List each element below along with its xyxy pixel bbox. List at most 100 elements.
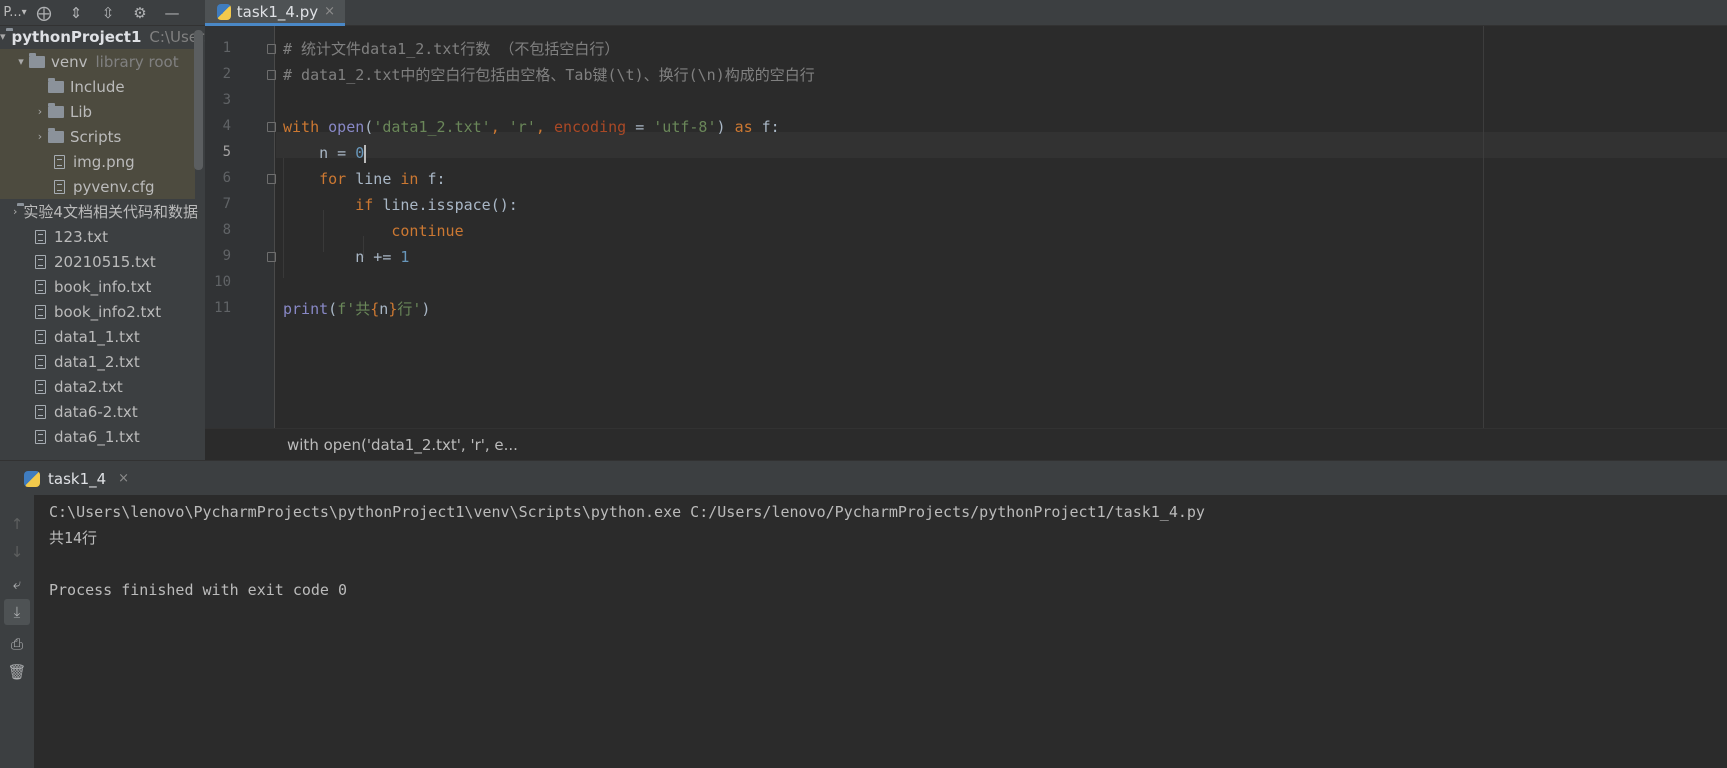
- tree-item[interactable]: book_info2.txt: [0, 299, 195, 324]
- collapse-all-icon[interactable]: ⇳: [92, 0, 124, 26]
- console-line: C:\Users\lenovo\PycharmProjects\pythonPr…: [49, 503, 1205, 521]
- tree-item[interactable]: › 实验4文档相关代码和数据: [0, 199, 198, 224]
- tree-item[interactable]: data1_1.txt: [0, 324, 195, 349]
- editor-tab-bar: task1_4.py ×: [205, 0, 1727, 26]
- code-text: {: [370, 300, 380, 318]
- run-tab-label: task1_4: [48, 469, 107, 488]
- fold-marker-icon[interactable]: [267, 122, 276, 132]
- file-icon: [35, 354, 46, 369]
- line-number: 6: [222, 170, 231, 186]
- line-number: 7: [222, 196, 231, 212]
- breadcrumb-label: with open('data1_2.txt', 'r', e...: [287, 435, 518, 454]
- tree-item-label: data6_1.txt: [54, 427, 140, 446]
- code-line-11: print(f'共{n}行'): [283, 296, 430, 322]
- tree-item[interactable]: data1_2.txt: [0, 349, 195, 374]
- code-text: ,: [535, 118, 554, 136]
- line-number: 11: [214, 300, 231, 316]
- fold-marker-icon[interactable]: [267, 44, 276, 54]
- keyword: with: [283, 118, 320, 136]
- code-editor[interactable]: # 统计文件data1_2.txt行数 （不包括空白行） # data1_2.t…: [276, 26, 1727, 428]
- tree-item[interactable]: pyvenv.cfg: [0, 174, 195, 199]
- arrow-down-icon[interactable]: ↓: [4, 539, 30, 565]
- keyword: for: [319, 170, 347, 188]
- line-number: 1: [222, 40, 231, 56]
- fold-marker-icon[interactable]: [267, 252, 276, 262]
- number-literal: 0: [355, 144, 365, 162]
- chevron-right-icon[interactable]: ›: [13, 205, 17, 218]
- project-view-dropdown[interactable]: P... ▾: [0, 0, 28, 26]
- tree-item[interactable]: book_info.txt: [0, 274, 195, 299]
- line-number: 3: [222, 92, 231, 108]
- trash-icon[interactable]: 🗑: [4, 659, 30, 685]
- tree-item[interactable]: data6_1.txt: [0, 424, 195, 449]
- code-text: (: [328, 300, 338, 318]
- file-icon: [35, 379, 46, 394]
- tree-item[interactable]: data2.txt: [0, 374, 195, 399]
- file-icon: [35, 254, 46, 269]
- folder-icon: [48, 127, 64, 143]
- tree-item[interactable]: Include: [0, 74, 195, 99]
- code-line-5: n = 0: [283, 140, 366, 166]
- tree-scrollbar[interactable]: [194, 30, 203, 170]
- run-console[interactable]: C:\Users\lenovo\PycharmProjects\pythonPr…: [34, 495, 1727, 768]
- tree-item[interactable]: 20210515.txt: [0, 249, 195, 274]
- tree-item-label: book_info2.txt: [54, 302, 162, 321]
- code-text: ): [716, 118, 735, 136]
- fold-marker-icon[interactable]: [267, 70, 276, 80]
- console-line: 共14行: [49, 529, 98, 547]
- chevron-right-icon[interactable]: ›: [32, 130, 48, 143]
- file-icon: [35, 229, 46, 244]
- file-icon: [35, 329, 46, 344]
- tree-item-label: Scripts: [70, 127, 122, 146]
- close-run-tab-icon[interactable]: ×: [118, 471, 129, 486]
- code-text: line: [346, 170, 401, 188]
- arrow-up-icon[interactable]: ↑: [4, 511, 30, 537]
- dropdown-icon: ▾: [21, 7, 27, 18]
- chevron-down-icon[interactable]: ▾: [13, 55, 29, 68]
- editor-tab-task1-4[interactable]: task1_4.py ×: [205, 0, 345, 26]
- run-tab-task1-4[interactable]: task1_4 ×: [24, 461, 137, 496]
- tree-item[interactable]: › Scripts: [0, 124, 195, 149]
- chevron-right-icon[interactable]: ›: [32, 105, 48, 118]
- string-literal: 行': [397, 300, 422, 318]
- tab-label: task1_4.py: [236, 2, 319, 21]
- tree-item-label: Lib: [70, 102, 93, 121]
- expand-all-icon[interactable]: ⇕: [60, 0, 92, 26]
- run-panel-header: task1_4 ×: [0, 460, 1727, 495]
- code-line-7: if line.isspace():: [283, 192, 518, 218]
- code-text: f:: [418, 170, 446, 188]
- console-line: Process finished with exit code 0: [49, 581, 348, 599]
- tree-item[interactable]: ▾pythonProject1C:\Users\: [0, 26, 205, 49]
- tree-item[interactable]: › Lib: [0, 99, 195, 124]
- close-tab-icon[interactable]: ×: [324, 4, 335, 19]
- chevron-down-icon[interactable]: ▾: [0, 30, 6, 43]
- parameter-name: encoding: [553, 118, 627, 136]
- locate-icon[interactable]: ⨁: [28, 0, 60, 26]
- editor-gutter: 1 2 3 4 5 6 7 8 9 10 11: [205, 26, 276, 428]
- code-line-1: # 统计文件data1_2.txt行数 （不包括空白行）: [283, 36, 619, 62]
- builtin-function: open: [328, 118, 365, 136]
- keyword: in: [400, 170, 419, 188]
- breadcrumb[interactable]: with open('data1_2.txt', 'r', e...: [205, 428, 1727, 460]
- tree-item[interactable]: ▾ venv library root: [0, 49, 195, 74]
- tree-item-hint: library root: [95, 52, 179, 71]
- print-icon[interactable]: ⎙: [4, 631, 30, 657]
- code-text: ): [421, 300, 431, 318]
- tree-item[interactable]: data6-2.txt: [0, 399, 195, 424]
- tree-item[interactable]: img.png: [0, 149, 195, 174]
- soft-wrap-icon[interactable]: ⤶: [4, 571, 30, 597]
- gear-icon[interactable]: ⚙: [124, 0, 156, 26]
- scroll-to-end-icon[interactable]: ⤓: [4, 599, 30, 625]
- minimize-icon[interactable]: —: [156, 0, 188, 26]
- tree-item-label: data2.txt: [54, 377, 123, 396]
- project-tree[interactable]: ▾pythonProject1C:\Users\▾venvlibrary roo…: [0, 26, 205, 460]
- tree-item[interactable]: 123.txt: [0, 224, 195, 249]
- project-toolbar: P... ▾ ⨁ ⇕ ⇳ ⚙ —: [0, 0, 205, 26]
- code-text: n: [379, 300, 389, 318]
- tree-item-label: pythonProject1: [11, 27, 142, 46]
- fold-marker-icon[interactable]: [267, 174, 276, 184]
- file-icon: [54, 154, 65, 169]
